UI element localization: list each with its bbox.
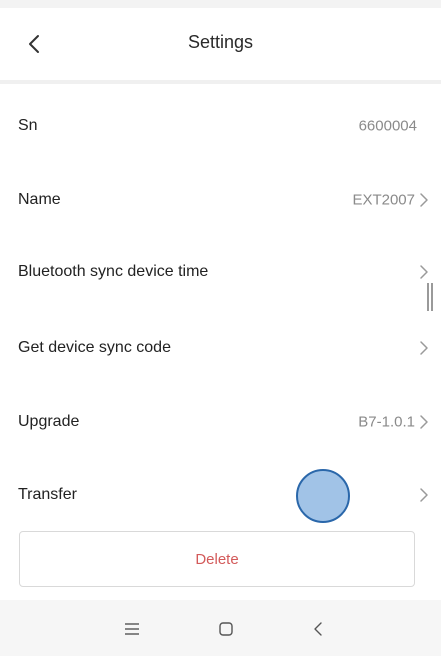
nav-home-button[interactable]	[208, 614, 244, 644]
settings-row-get-sync-code[interactable]: Get device sync code	[0, 316, 441, 380]
row-label: Upgrade	[18, 413, 80, 430]
row-label: Transfer	[18, 486, 77, 503]
system-nav-bar	[0, 600, 441, 656]
home-icon	[219, 622, 233, 636]
chevron-right-icon	[420, 488, 428, 502]
chevron-right-icon	[420, 341, 428, 355]
nav-back-button[interactable]	[300, 614, 336, 644]
app-header: Settings	[0, 8, 441, 80]
scroll-indicator[interactable]	[427, 283, 433, 311]
row-value: EXT2007	[352, 191, 415, 209]
delete-button[interactable]: Delete	[19, 531, 415, 587]
touch-indicator	[296, 469, 350, 523]
page-title: Settings	[187, 32, 254, 52]
chevron-right-icon	[420, 415, 428, 429]
row-label: Sn	[18, 117, 38, 134]
status-strip	[0, 0, 441, 8]
row-value: 6600004	[358, 117, 417, 135]
row-value: B7-1.0.1	[358, 413, 415, 431]
row-label: Bluetooth sync device time	[18, 263, 209, 280]
header-divider	[0, 80, 441, 84]
back-icon	[314, 622, 322, 636]
scroll-bar-line	[431, 283, 433, 311]
chevron-right-icon	[420, 193, 428, 207]
settings-row-bluetooth-sync-time[interactable]: Bluetooth sync device time	[0, 240, 441, 304]
chevron-right-icon	[420, 265, 428, 279]
settings-row-upgrade[interactable]: Upgrade B7-1.0.1	[0, 390, 441, 454]
scroll-bar-line	[427, 283, 429, 311]
nav-menu-button[interactable]	[114, 614, 150, 644]
settings-row-transfer[interactable]: Transfer	[0, 463, 441, 527]
menu-icon	[125, 623, 139, 635]
row-label: Get device sync code	[18, 339, 171, 356]
row-label: Name	[18, 191, 61, 208]
settings-row-sn: Sn 6600004	[0, 94, 441, 158]
settings-row-name[interactable]: Name EXT2007	[0, 168, 441, 232]
